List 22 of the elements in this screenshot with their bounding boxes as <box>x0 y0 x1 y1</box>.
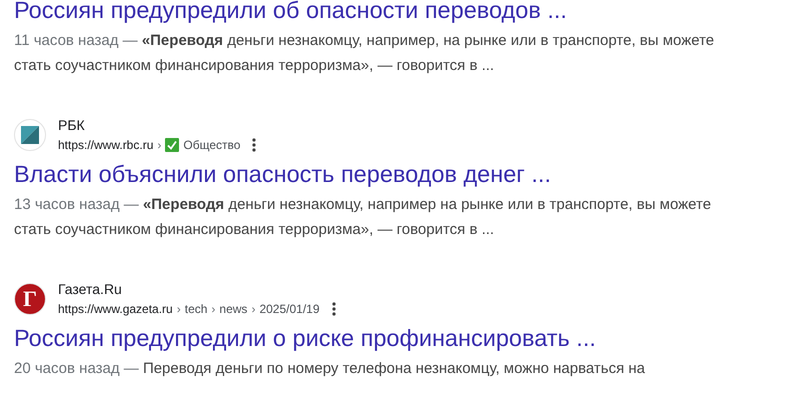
result-title[interactable]: Власти объяснили опасность переводов денег ... <box>14 161 551 187</box>
site-url: https://www.gazeta.ru <box>58 301 173 318</box>
breadcrumb-item: tech <box>184 301 208 318</box>
breadcrumb-separator: › <box>176 301 181 318</box>
breadcrumb-separator: › <box>251 301 256 318</box>
breadcrumb-item: news <box>219 301 248 318</box>
site-logo <box>14 119 46 151</box>
site-logo: Г <box>14 283 46 315</box>
more-options-icon[interactable] <box>252 138 256 152</box>
breadcrumb-separator: › <box>211 301 216 318</box>
snippet-text: 20 часов назад — Переводя деньги по номеру телефона незнакомцу, можно нарваться на <box>14 359 646 379</box>
breadcrumb-separator: › <box>157 137 162 154</box>
result-title[interactable]: Россиян предупредили о риске профинансировать ... <box>14 325 596 351</box>
site-name: Газета.Ru <box>58 280 123 298</box>
snippet-text: 11 часов назад — «Переводя деньги незнакомцу, например, на рынке или в транспорте, вы можете стать соучастником финансирования терроризма», — говорится в ... <box>14 31 716 76</box>
breadcrumb-item: 2025/01/19 <box>259 301 320 318</box>
more-options-icon[interactable] <box>332 302 336 316</box>
site-name: РБК <box>58 116 86 134</box>
snippet-text: 13 часов назад — «Переводя деньги незнакомцу, например на рынке или в транспорте, вы можете стать соучастником финансирования терроризма», — говорится в ... <box>14 195 712 240</box>
breadcrumb-item: Общество <box>183 137 240 154</box>
result-title[interactable]: Россиян предупредили об опасности переводов ... <box>14 0 567 23</box>
site-url: https://www.rbc.ru <box>58 137 154 154</box>
